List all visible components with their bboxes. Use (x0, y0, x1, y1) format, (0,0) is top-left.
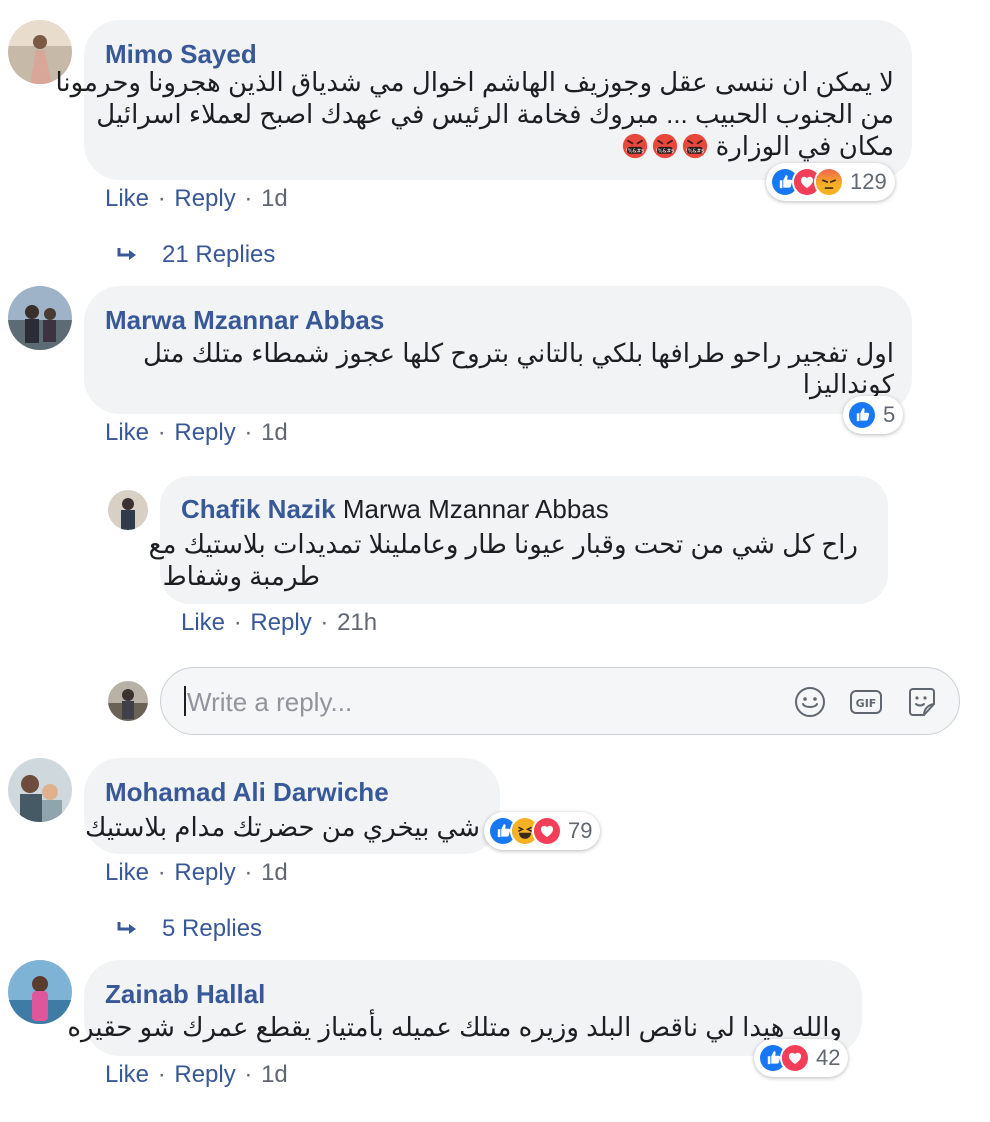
comment-text-line: اول تفجير راحو طرافها بلكي بالتاني بتروح… (143, 338, 894, 368)
cursing-emoji-icon (682, 133, 708, 159)
smiley-icon[interactable] (793, 685, 827, 719)
separator: · (157, 419, 166, 446)
like-button[interactable]: Like (181, 609, 225, 636)
separator: · (157, 859, 166, 886)
reactions-summary[interactable]: 42 (754, 1039, 849, 1077)
reply-text-line: طرمبة وشفاط (162, 561, 320, 591)
avatar[interactable] (8, 960, 72, 1024)
reply-arrow-icon (116, 920, 140, 938)
comment-text-line: من الجنوب الحبيب ... مبروك فخامة الرئيس … (96, 99, 894, 129)
like-button[interactable]: Like (105, 419, 149, 446)
comment-text-line: مكان في الوزارة (715, 131, 894, 161)
like-button[interactable]: Like (105, 859, 149, 886)
like-button[interactable]: Like (105, 1061, 149, 1088)
love-icon (780, 1043, 810, 1073)
svg-text:GIF: GIF (856, 697, 877, 710)
separator: · (157, 1061, 166, 1088)
comment-actions: Like · Reply · 1d (105, 1061, 288, 1089)
comment-text-line: شي بيخري من حضرتك مدام بلاستيك (84, 812, 480, 842)
avatar[interactable] (8, 758, 72, 822)
reply-author: Chafik Nazik Marwa Mzannar Abbas (181, 494, 609, 525)
separator: · (233, 609, 242, 636)
timestamp[interactable]: 1d (261, 1061, 288, 1088)
reply-button[interactable]: Reply (174, 419, 235, 446)
separator: · (320, 609, 329, 636)
current-user-avatar (108, 681, 148, 721)
cursing-emoji-icon (622, 133, 648, 159)
reaction-count: 79 (568, 818, 593, 843)
reply-arrow-icon (116, 246, 140, 264)
separator: · (244, 185, 253, 212)
reply-button[interactable]: Reply (174, 185, 235, 212)
reply-text-line: راح كل شي من تحت وقبار عيونا طار وعاملين… (148, 529, 858, 559)
text-cursor (184, 686, 186, 716)
comment-text-line-with-emoji: مكان في الوزارة (618, 130, 894, 162)
comment-text-line: والله هيدا لي ناقص البلد وزيره متلك عميل… (67, 1012, 842, 1042)
replies-count-label[interactable]: 21 Replies (162, 241, 275, 269)
comment-actions: Like · Reply · 1d (105, 859, 288, 887)
timestamp[interactable]: 1d (261, 859, 288, 886)
mention-tag[interactable]: Marwa Mzannar Abbas (343, 494, 609, 524)
timestamp[interactable]: 21h (337, 609, 377, 636)
reply-button[interactable]: Reply (250, 609, 311, 636)
comment-actions: Like · Reply · 1d (105, 419, 288, 447)
angry-icon (814, 167, 844, 197)
view-replies-link[interactable]: 5 Replies (116, 915, 262, 943)
reply-input[interactable]: Write a reply... GIF (160, 667, 960, 735)
sticker-icon[interactable] (905, 685, 939, 719)
reply-input-placeholder: Write a reply... (187, 687, 353, 717)
separator: · (244, 859, 253, 886)
reactions-summary[interactable]: 5 (843, 396, 904, 434)
reactions-summary[interactable]: 79 (484, 812, 601, 850)
timestamp[interactable]: 1d (261, 419, 288, 446)
reaction-count: 5 (883, 402, 896, 427)
cursing-emoji-icon (652, 133, 678, 159)
separator: · (244, 1061, 253, 1088)
replies-count-label[interactable]: 5 Replies (162, 915, 262, 943)
like-icon (847, 400, 877, 430)
reply-button[interactable]: Reply (174, 859, 235, 886)
reply-author-name[interactable]: Chafik Nazik (181, 494, 336, 524)
reaction-count: 129 (850, 169, 887, 194)
avatar[interactable] (108, 490, 148, 530)
comment-text-line: لا يمكن ان ننسى عقل وجوزيف الهاشم اخوال … (55, 67, 894, 97)
separator: · (157, 185, 166, 212)
comment-author[interactable]: Zainab Hallal (105, 979, 265, 1010)
comment-author[interactable]: Mohamad Ali Darwiche (105, 777, 389, 808)
reactions-summary[interactable]: 129 (766, 163, 895, 201)
reaction-count: 42 (816, 1045, 841, 1070)
like-button[interactable]: Like (105, 185, 149, 212)
reply-actions: Like · Reply · 21h (181, 609, 377, 637)
timestamp[interactable]: 1d (261, 185, 288, 212)
separator: · (244, 419, 253, 446)
gif-icon[interactable]: GIF (849, 685, 883, 719)
love-icon (532, 816, 562, 846)
avatar[interactable] (8, 286, 72, 350)
reply-button[interactable]: Reply (174, 1061, 235, 1088)
comment-actions: Like · Reply · 1d (105, 185, 288, 213)
comment-author[interactable]: Marwa Mzannar Abbas (105, 305, 384, 336)
view-replies-link[interactable]: 21 Replies (116, 241, 275, 269)
